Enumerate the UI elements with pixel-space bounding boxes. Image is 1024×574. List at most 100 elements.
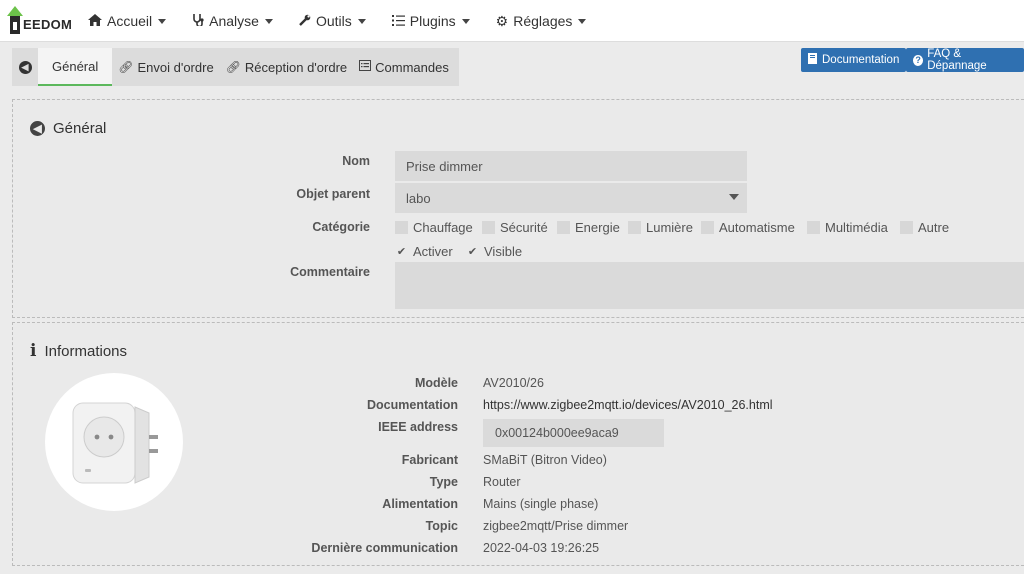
documentation-link[interactable]: https://www.zigbee2mqtt.io/devices/AV201… [483, 398, 773, 412]
arrow-circle-left-icon: ◀ [18, 60, 32, 74]
nav-item-label: Plugins [409, 13, 456, 29]
chevron-down-icon [461, 18, 470, 24]
comment-textarea[interactable] [395, 262, 1024, 309]
name-label: Nom [342, 154, 370, 168]
category-label-text: Automatisme [719, 220, 795, 235]
category-multimedia-checkbox[interactable]: Multimédia [807, 220, 888, 235]
general-panel: ◀ Général Nom Prise dimmer Objet parent … [12, 99, 1024, 318]
comment-label: Commentaire [290, 265, 370, 279]
tab-label: Réception d'ordre [244, 59, 348, 75]
activate-checkbox[interactable]: ✔ Activer [395, 244, 453, 259]
checkbox-box [557, 221, 570, 234]
device-image [45, 373, 183, 511]
book-icon [808, 53, 818, 67]
informations-panel: i Informations Modèle AV2010/26 Document… [12, 322, 1024, 566]
ieee-label: IEEE address [378, 420, 458, 434]
general-title-text: Général [53, 120, 107, 137]
tabs: ◀ Général 🔗︎ Envoi d'ordre 🔗︎ Réception … [12, 48, 459, 86]
logo-house-icon [7, 6, 23, 34]
category-automatisme-checkbox[interactable]: Automatisme [701, 220, 795, 235]
checkbox-box [807, 221, 820, 234]
nav-item-plugins[interactable]: Plugins [391, 13, 470, 29]
nav-item-label: Outils [315, 13, 352, 29]
list-alt-icon [359, 60, 372, 74]
link-icon: 🔗︎ [225, 60, 241, 74]
category-lumiere-checkbox[interactable]: Lumière [628, 220, 693, 235]
type-label: Type [429, 475, 458, 489]
checkbox-box [900, 221, 913, 234]
last-communication-value: 2022-04-03 19:26:25 [483, 541, 600, 555]
informations-title: i Informations [30, 341, 127, 361]
type-value: Router [483, 475, 521, 489]
parent-select-value: labo [406, 190, 431, 206]
documentation-label: Documentation [367, 398, 458, 412]
smart-plug-image [72, 402, 158, 484]
category-label-text: Energie [575, 220, 620, 235]
maker-value: SMaBiT (Bitron Video) [483, 453, 607, 467]
documentation-label: Documentation [822, 54, 900, 66]
nav-item-outils[interactable]: Outils [299, 13, 366, 29]
home-icon [88, 13, 102, 29]
category-label-text: Multimédia [825, 220, 888, 235]
visible-checkbox[interactable]: ✔ Visible [466, 244, 522, 259]
last-communication-label: Dernière communication [311, 541, 458, 555]
general-title: ◀ Général [30, 120, 106, 137]
category-chauffage-checkbox[interactable]: Chauffage [395, 220, 473, 235]
nav-item-accueil[interactable]: Accueil [88, 13, 167, 29]
parent-select[interactable]: labo [395, 183, 747, 213]
chevron-down-icon [578, 18, 587, 24]
tab-commandes[interactable]: Commandes [353, 48, 459, 86]
tab-label: Commandes [375, 59, 449, 75]
nav-item-reglages[interactable]: ⚙ Réglages [496, 13, 587, 30]
power-value: Mains (single phase) [483, 497, 599, 511]
checkbox-box [628, 221, 641, 234]
activate-label: Activer [413, 244, 453, 259]
topic-value: zigbee2mqtt/Prise dimmer [483, 519, 629, 533]
info-icon: i [30, 341, 37, 361]
nav-item-label: Analyse [209, 13, 259, 29]
checkbox-box [395, 221, 408, 234]
jeedom-logo[interactable]: EEDOM [4, 4, 73, 34]
tab-general[interactable]: Général [38, 48, 113, 86]
model-label: Modèle [414, 376, 458, 390]
logo-text: EEDOM [23, 17, 73, 32]
category-label: Catégorie [312, 220, 370, 234]
link-icon: 🔗︎ [118, 60, 134, 74]
informations-title-text: Informations [44, 342, 128, 360]
category-label-text: Lumière [646, 220, 693, 235]
topic-label: Topic [425, 519, 458, 533]
tab-bar: ◀ Général 🔗︎ Envoi d'ordre 🔗︎ Réception … [0, 43, 1024, 89]
tab-envoi-ordre[interactable]: 🔗︎ Envoi d'ordre [112, 48, 219, 86]
faq-button[interactable]: ? FAQ & Dépannage [906, 48, 1024, 72]
category-energie-checkbox[interactable]: Energie [557, 220, 620, 235]
visible-label: Visible [484, 244, 523, 259]
documentation-button[interactable]: Documentation [801, 48, 907, 72]
checkbox-box [482, 221, 495, 234]
check-icon: ✔ [467, 246, 478, 258]
question-circle-icon: ? [913, 54, 924, 66]
faq-label: FAQ & Dépannage [927, 48, 987, 72]
category-securite-checkbox[interactable]: Sécurité [482, 220, 548, 235]
ieee-address-field[interactable]: 0x00124b000ee9aca9 [483, 419, 664, 447]
maker-label: Fabricant [401, 453, 458, 467]
checkbox-box [701, 221, 714, 234]
back-button[interactable]: ◀ [12, 48, 38, 86]
check-icon: ✔ [396, 246, 407, 258]
tab-label: Envoi d'ordre [137, 59, 214, 75]
name-input[interactable]: Prise dimmer [395, 151, 747, 181]
nav-item-label: Accueil [107, 13, 153, 29]
model-value: AV2010/26 [483, 376, 544, 390]
nav-item-label: Réglages [513, 13, 573, 29]
nav-item-analyse[interactable]: Analyse [192, 13, 273, 29]
category-autre-checkbox[interactable]: Autre [900, 220, 949, 235]
wrench-icon [299, 14, 311, 29]
power-label: Alimentation [382, 497, 458, 511]
chevron-down-icon [357, 18, 366, 24]
tab-reception-ordre[interactable]: 🔗︎ Réception d'ordre [220, 48, 353, 86]
list-icon [391, 14, 405, 29]
main-menu: Accueil Analyse Outils Plugins ⚙ Réglage… [88, 0, 612, 42]
parent-label: Objet parent [296, 187, 370, 201]
chevron-down-icon [729, 194, 739, 200]
gear-icon: ⚙ [495, 12, 509, 29]
chevron-down-icon [158, 18, 167, 24]
